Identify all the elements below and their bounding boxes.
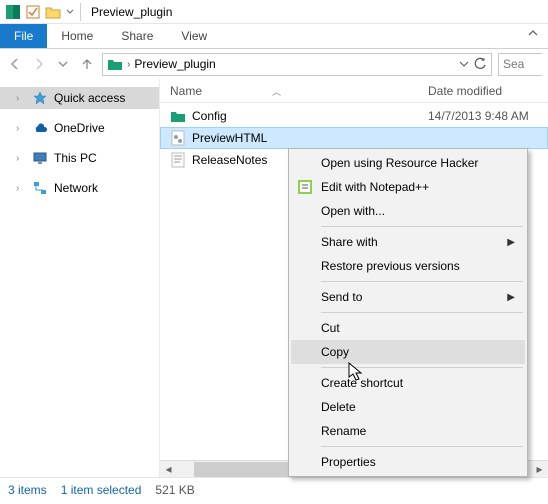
cm-open-with[interactable]: Open with... [291,199,525,223]
nav-quick-access[interactable]: › Quick access [0,87,159,109]
tab-view[interactable]: View [167,24,221,48]
qat-customize-icon[interactable] [66,8,74,16]
separator [80,3,81,21]
cm-send-to[interactable]: Send to▶ [291,285,525,309]
nav-label: OneDrive [54,121,105,135]
onedrive-icon [32,120,48,136]
window-title: Preview_plugin [91,5,172,19]
breadcrumb-item[interactable]: Preview_plugin [134,57,215,71]
folder-icon [170,108,186,124]
context-menu: Open using Resource Hacker Edit with Not… [288,148,528,477]
nav-label: Network [54,181,98,195]
chevron-right-icon[interactable]: › [16,123,26,134]
scroll-right-icon[interactable]: ▸ [531,461,548,478]
nav-label: Quick access [54,91,125,105]
cm-properties[interactable]: Properties [291,450,525,474]
cm-delete[interactable]: Delete [291,395,525,419]
cm-cut[interactable]: Cut [291,316,525,340]
quick-access-icon [32,90,48,106]
file-row-folder[interactable]: Config 14/7/2013 9:48 AM [160,105,548,127]
notepadpp-icon [297,179,313,195]
cm-rename[interactable]: Rename [291,419,525,443]
cm-create-shortcut[interactable]: Create shortcut [291,371,525,395]
nav-network[interactable]: › Network [0,177,159,199]
nav-up-icon[interactable] [78,55,96,73]
search-input[interactable]: Sea [498,53,542,76]
chevron-right-icon[interactable]: › [127,59,130,70]
ribbon-collapse-icon[interactable] [518,24,548,48]
file-name: PreviewHTML [192,131,428,145]
new-folder-qat-icon[interactable] [44,3,62,21]
chevron-right-icon: ▶ [507,237,515,248]
nav-recent-icon[interactable] [54,55,72,73]
chevron-right-icon[interactable]: › [16,153,26,164]
dll-icon [170,130,186,146]
cm-restore-versions[interactable]: Restore previous versions [291,254,525,278]
column-headers[interactable]: Name︿ Date modified [160,79,548,103]
cm-edit-notepadpp[interactable]: Edit with Notepad++ [291,175,525,199]
address-bar[interactable]: › Preview_plugin [102,53,492,76]
cm-copy[interactable]: Copy [291,340,525,364]
status-size: 521 KB [155,483,194,497]
separator [321,446,523,447]
chevron-down-icon[interactable] [459,59,469,69]
scroll-left-icon[interactable]: ◂ [160,461,177,478]
tab-share[interactable]: Share [107,24,167,48]
nav-forward-icon[interactable] [30,55,48,73]
network-icon [32,180,48,196]
cm-open-resource-hacker[interactable]: Open using Resource Hacker [291,151,525,175]
status-selected: 1 item selected [61,483,142,497]
chevron-right-icon[interactable]: › [16,183,26,194]
nav-back-icon[interactable] [6,55,24,73]
ribbon-tabs: File Home Share View [0,24,548,49]
pc-icon [32,150,48,166]
folder-icon [107,57,123,71]
status-item-count: 3 items [8,483,47,497]
separator [321,367,523,368]
column-name: Name︿ [170,84,428,98]
tab-home[interactable]: Home [47,24,107,48]
separator [321,281,523,282]
file-row-selected[interactable]: PreviewHTML [160,127,548,149]
refresh-icon[interactable] [473,57,487,71]
cm-share-with[interactable]: Share with▶ [291,230,525,254]
nav-label: This PC [54,151,97,165]
titlebar: Preview_plugin [0,0,548,24]
separator [321,312,523,313]
nav-this-pc[interactable]: › This PC [0,147,159,169]
separator [321,226,523,227]
status-bar: 3 items 1 item selected 521 KB [0,477,548,501]
tab-file[interactable]: File [0,24,47,48]
chevron-right-icon[interactable]: › [16,93,26,104]
nav-onedrive[interactable]: › OneDrive [0,117,159,139]
column-date[interactable]: Date modified [428,84,548,98]
app-icon [4,3,22,21]
file-date: 14/7/2013 9:48 AM [428,109,529,123]
chevron-right-icon: ▶ [507,292,515,303]
text-file-icon [170,152,186,168]
sort-asc-icon[interactable]: ︿ [272,87,281,97]
navigation-pane: › Quick access › OneDrive › This PC › Ne… [0,79,160,477]
properties-qat-icon[interactable] [24,3,42,21]
address-bar-row: › Preview_plugin Sea [0,49,548,79]
file-name: Config [192,109,428,123]
